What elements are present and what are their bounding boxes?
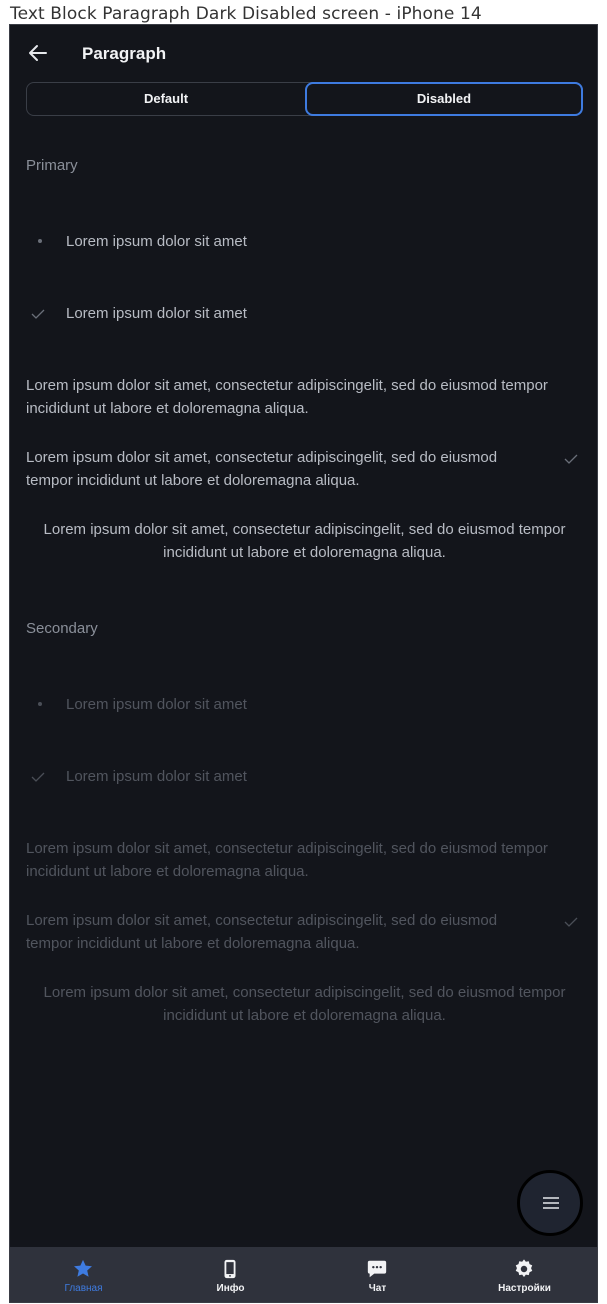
tab-label: Чат	[368, 1283, 387, 1294]
tab-settings[interactable]: Настройки	[451, 1247, 597, 1302]
bullet-item-primary: Lorem ipsum dolor sit amet	[26, 230, 583, 253]
paragraph-line: Lorem ipsum dolor sit amet, consectetur …	[26, 377, 548, 394]
segment-default[interactable]: Default	[27, 83, 305, 115]
tab-label: Инфо	[216, 1283, 245, 1294]
centered-paragraph-secondary: Lorem ipsum dolor sit amet, consectetur …	[26, 981, 583, 1027]
star-icon	[74, 1259, 92, 1277]
check-icon	[31, 309, 45, 319]
bullet-item-text: Lorem ipsum dolor sit amet	[66, 696, 247, 713]
check-paragraph-secondary: Lorem ipsum dolor sit amet, consectetur …	[26, 909, 583, 955]
check-paragraph-primary: Lorem ipsum dolor sit amet, consectetur …	[26, 446, 583, 492]
tab-home[interactable]: Главная	[10, 1247, 157, 1302]
paragraph-line: Lorem ipsum dolor sit amet, consectetur …	[43, 521, 566, 538]
tab-label: Главная	[64, 1283, 103, 1294]
paragraph-primary: Lorem ipsum dolor sit amet, consectetur …	[26, 374, 583, 420]
tab-label: Настройки	[498, 1283, 551, 1294]
paragraph-line: tempor incididunt ut labore et doloremag…	[26, 935, 360, 952]
paragraph-line: Lorem ipsum dolor sit amet, consectetur …	[26, 449, 498, 466]
check-icon	[31, 772, 45, 782]
page-title: Paragraph	[82, 44, 167, 63]
check-item-secondary: Lorem ipsum dolor sit amet	[26, 765, 583, 788]
segmented-control: Default Disabled	[26, 82, 583, 116]
bullet-icon	[38, 239, 42, 243]
menu-fab-button[interactable]	[517, 1170, 583, 1236]
centered-paragraph-primary: Lorem ipsum dolor sit amet, consectetur …	[26, 518, 583, 564]
paragraph-line: tempor incididunt ut labore et doloremag…	[26, 472, 360, 489]
paragraph-line: Lorem ipsum dolor sit amet, consectetur …	[43, 984, 566, 1001]
bullet-item-secondary: Lorem ipsum dolor sit amet	[26, 693, 583, 716]
bullet-item-text: Lorem ipsum dolor sit amet	[66, 233, 247, 250]
paragraph-secondary: Lorem ipsum dolor sit amet, consectetur …	[26, 837, 583, 883]
tab-chat[interactable]: Чат	[304, 1247, 451, 1302]
header: Paragraph	[10, 25, 597, 81]
check-item-text: Lorem ipsum dolor sit amet	[66, 305, 247, 322]
paragraph-line: incididunt ut labore et doloremagna aliq…	[26, 863, 309, 880]
bottom-tab-bar: Главная Инфо Чат Настройки	[10, 1247, 597, 1302]
paragraph-line: Lorem ipsum dolor sit amet, consectetur …	[26, 912, 498, 929]
arrow-left-icon[interactable]	[26, 41, 50, 65]
section-title-primary: Primary	[26, 157, 78, 174]
gear-icon	[515, 1259, 533, 1277]
frame-title: Text Block Paragraph Dark Disabled scree…	[10, 4, 482, 24]
bullet-icon	[38, 702, 42, 706]
paragraph-line: Lorem ipsum dolor sit amet, consectetur …	[26, 840, 548, 857]
check-icon	[564, 454, 578, 464]
tab-info[interactable]: Инфо	[157, 1247, 304, 1302]
check-icon	[564, 917, 578, 927]
check-item-text: Lorem ipsum dolor sit amet	[66, 768, 247, 785]
section-title-secondary: Secondary	[26, 620, 98, 637]
menu-icon	[543, 1197, 559, 1209]
chat-icon	[367, 1260, 387, 1278]
paragraph-line: incididunt ut labore et doloremagna aliq…	[26, 400, 309, 417]
segment-disabled[interactable]: Disabled	[305, 82, 583, 116]
check-item-primary: Lorem ipsum dolor sit amet	[26, 302, 583, 325]
paragraph-line: incididunt ut labore et doloremagna aliq…	[163, 544, 446, 561]
phone-icon	[224, 1259, 236, 1279]
phone-screen: Paragraph Default Disabled Primary Lorem…	[9, 24, 598, 1303]
paragraph-line: incididunt ut labore et doloremagna aliq…	[163, 1007, 446, 1024]
